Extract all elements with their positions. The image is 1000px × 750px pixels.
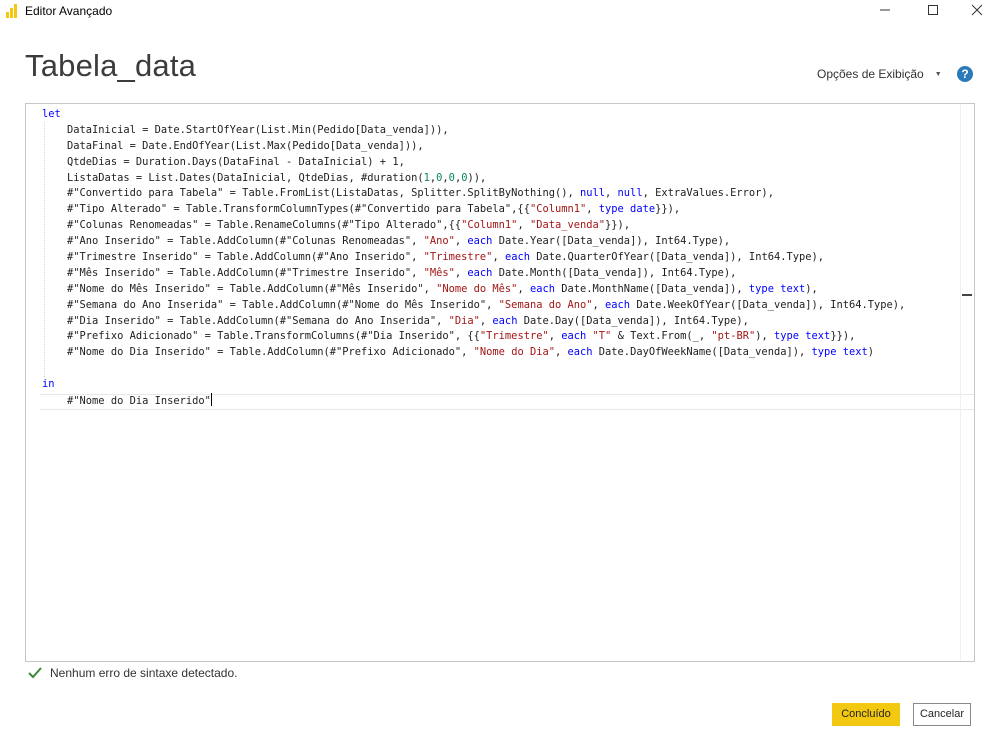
minimize-button[interactable] <box>862 0 908 22</box>
code-line: in <box>42 378 55 391</box>
done-button[interactable]: Concluído <box>832 703 900 726</box>
minimize-icon <box>880 9 890 11</box>
help-icon[interactable]: ? <box>957 66 973 82</box>
code-line: #"Tipo Alterado" = Table.TransformColumn… <box>42 203 681 216</box>
close-button[interactable] <box>954 0 1000 22</box>
code-line: #"Semana do Ano Inserida" = Table.AddCol… <box>42 298 906 311</box>
code-editor[interactable]: let DataInicial = Date.StartOfYear(List.… <box>25 103 975 662</box>
syntax-status-message: Nenhum erro de sintaxe detectado. <box>50 666 238 680</box>
scrollbar-thumb[interactable] <box>962 294 972 296</box>
code-line: #"Prefixo Adicionado" = Table.TransformC… <box>42 330 856 343</box>
code-line: QtdeDias = Duration.Days(DataFinal - Dat… <box>42 155 405 168</box>
caret-down-icon: ▼ <box>934 70 942 78</box>
query-name-title: Tabela_data <box>25 48 197 83</box>
syntax-status: Nenhum erro de sintaxe detectado. <box>28 666 237 680</box>
checkmark-icon <box>28 667 42 679</box>
code-line: DataInicial = Date.StartOfYear(List.Min(… <box>42 123 449 136</box>
code-line: ListaDatas = List.Dates(DataInicial, Qtd… <box>42 171 487 184</box>
maximize-icon <box>928 5 938 15</box>
code-line: #"Mês Inserido" = Table.AddColumn(#"Trim… <box>42 266 737 279</box>
code-line: #"Trimestre Inserido" = Table.AddColumn(… <box>42 251 825 264</box>
code-line: #"Convertido para Tabela" = Table.FromLi… <box>42 187 774 200</box>
close-icon <box>971 4 983 16</box>
code-line: #"Dia Inserido" = Table.AddColumn(#"Sema… <box>42 314 749 327</box>
text-cursor <box>210 393 212 407</box>
code-line: #"Nome do Dia Inserido" <box>42 393 212 408</box>
code-line: #"Colunas Renomeadas" = Table.RenameColu… <box>42 219 631 232</box>
code-line: #"Ano Inserido" = Table.AddColumn(#"Colu… <box>42 235 731 248</box>
code-line: let <box>42 108 61 120</box>
window-title: Editor Avançado <box>25 4 113 18</box>
title-bar: Editor Avançado <box>0 0 1000 24</box>
code-text[interactable]: let DataInicial = Date.StartOfYear(List.… <box>42 107 972 409</box>
maximize-button[interactable] <box>910 0 956 22</box>
display-options-label: Opções de Exibição <box>817 67 924 81</box>
code-line: DataFinal = Date.EndOfYear(List.Max(Pedi… <box>42 139 424 152</box>
power-bi-icon <box>6 4 18 18</box>
code-line: #"Nome do Dia Inserido" = Table.AddColum… <box>42 346 875 359</box>
cancel-button[interactable]: Cancelar <box>913 703 971 726</box>
code-line: #"Nome do Mês Inserido" = Table.AddColum… <box>42 282 818 295</box>
display-options-dropdown[interactable]: Opções de Exibição ▼ <box>817 67 942 81</box>
scrollbar[interactable] <box>960 104 974 661</box>
